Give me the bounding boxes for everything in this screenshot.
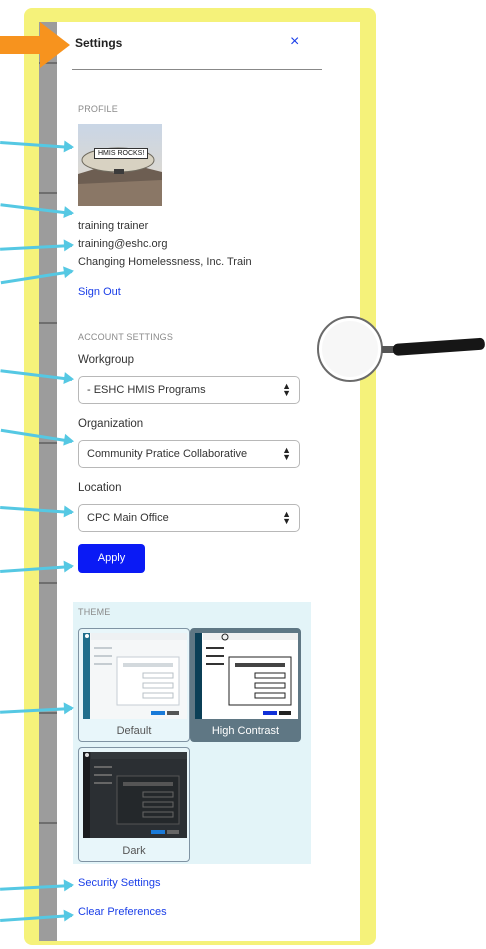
strip-seam — [39, 712, 57, 714]
theme-option-label: Default — [116, 725, 152, 737]
orange-arrow-icon — [0, 22, 70, 68]
high-contrast-theme-preview — [195, 633, 298, 719]
organization-label: Organization — [78, 418, 144, 430]
organization-value: Community Pratice Collaborative — [87, 448, 248, 460]
caret-icon: ▲ ▼ — [282, 509, 291, 526]
organization-select[interactable]: Community Pratice Collaborative ▲ ▼ — [78, 440, 300, 468]
profile-name: training trainer — [78, 220, 149, 232]
theme-section-label: THEME — [78, 607, 111, 617]
strip-seam — [39, 322, 57, 324]
side-strip — [39, 22, 58, 941]
close-icon[interactable]: × — [290, 33, 299, 51]
clear-preferences-link[interactable]: Clear Preferences — [78, 906, 167, 918]
workgroup-select[interactable]: - ESHC HMIS Programs ▲ ▼ — [78, 376, 300, 404]
page-title: Settings — [75, 36, 123, 50]
theme-option-dark[interactable]: Dark — [78, 747, 190, 862]
profile-organization: Changing Homelessness, Inc. Train — [78, 256, 252, 268]
location-select[interactable]: CPC Main Office ▲ ▼ — [78, 504, 300, 532]
strip-seam — [39, 822, 57, 824]
sign-out-link[interactable]: Sign Out — [78, 286, 121, 298]
theme-option-label: Dark — [122, 845, 146, 857]
apply-button[interactable]: Apply — [78, 544, 145, 573]
workgroup-value: - ESHC HMIS Programs — [87, 384, 206, 396]
header-divider — [72, 69, 322, 70]
theme-option-label: High Contrast — [211, 725, 280, 737]
dark-theme-preview — [83, 752, 187, 838]
avatar: HMIS ROCKS! — [78, 124, 162, 206]
profile-email: training@eshc.org — [78, 238, 168, 250]
magnifier-icon — [317, 316, 485, 382]
profile-section-label: PROFILE — [78, 104, 118, 114]
account-settings-label: ACCOUNT SETTINGS — [78, 332, 174, 342]
avatar-sign: HMIS ROCKS! — [94, 148, 149, 159]
location-label: Location — [78, 482, 122, 494]
strip-seam — [39, 442, 57, 444]
theme-option-default[interactable]: Default — [78, 628, 190, 742]
strip-seam — [39, 192, 57, 194]
security-settings-link[interactable]: Security Settings — [78, 877, 161, 889]
caret-icon: ▲ ▼ — [282, 445, 291, 462]
location-value: CPC Main Office — [87, 512, 169, 524]
caret-icon: ▲ ▼ — [282, 381, 291, 398]
default-theme-preview — [83, 633, 187, 719]
workgroup-label: Workgroup — [78, 354, 135, 366]
theme-option-high-contrast[interactable]: High Contrast — [190, 628, 301, 742]
strip-seam — [39, 582, 57, 584]
